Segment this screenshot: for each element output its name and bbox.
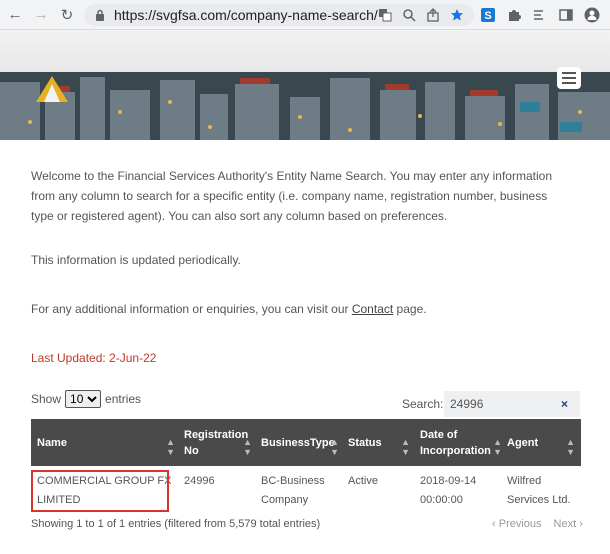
side-panel-icon[interactable] bbox=[556, 5, 576, 25]
entries-label: entries bbox=[105, 392, 142, 406]
previous-button[interactable]: ‹ Previous bbox=[492, 518, 542, 530]
back-icon[interactable]: ← bbox=[4, 4, 26, 26]
col-header-business-type[interactable]: BusinessType ▲ ▼ bbox=[261, 419, 343, 466]
search-box[interactable] bbox=[444, 391, 580, 417]
cell-registration-no: 24996 bbox=[184, 475, 215, 487]
clear-search-icon[interactable]: × bbox=[561, 397, 568, 411]
cell-business-type: BC-Business Company bbox=[261, 475, 325, 506]
sort-icon: ▲ ▼ bbox=[566, 437, 575, 457]
zoom-icon[interactable] bbox=[400, 6, 418, 24]
lock-icon bbox=[94, 9, 106, 21]
share-icon[interactable] bbox=[424, 6, 442, 24]
translate-icon[interactable] bbox=[376, 6, 394, 24]
url-text: https://svgfsa.com/company-name-search/ bbox=[114, 7, 378, 23]
entries-length-control: Show 10 entries bbox=[31, 390, 141, 408]
hamburger-menu-button[interactable] bbox=[557, 67, 581, 89]
cell-status: Active bbox=[348, 475, 378, 487]
forward-icon[interactable]: → bbox=[30, 4, 52, 26]
entries-select[interactable]: 10 bbox=[65, 390, 102, 408]
col-header-registration[interactable]: Registration No ▲ ▼ bbox=[184, 419, 256, 466]
address-bar[interactable]: https://svgfsa.com/company-name-search/ bbox=[84, 4, 474, 26]
last-updated-text: Last Updated: 2-Jun-22 bbox=[31, 351, 157, 365]
table-info: Showing 1 to 1 of 1 entries (filtered fr… bbox=[31, 518, 321, 530]
browser-toolbar: ← → ↻ https://svgfsa.com/company-name-se… bbox=[0, 0, 610, 30]
reading-list-icon[interactable] bbox=[530, 5, 550, 25]
reload-icon[interactable]: ↻ bbox=[56, 4, 78, 26]
sort-icon: ▲ ▼ bbox=[243, 437, 252, 457]
updated-note: This information is updated periodically… bbox=[31, 253, 241, 267]
hero-banner bbox=[0, 30, 610, 140]
col-header-date-of-incorporation[interactable]: Date of Incorporation ▲ ▼ bbox=[420, 419, 506, 466]
contact-note: For any additional information or enquir… bbox=[31, 302, 427, 316]
highlight-box bbox=[31, 470, 169, 512]
sort-icon: ▲ ▼ bbox=[330, 437, 339, 457]
intro-paragraph: Welcome to the Financial Services Author… bbox=[31, 169, 552, 223]
extensions-puzzle-icon[interactable] bbox=[504, 5, 524, 25]
next-button[interactable]: Next › bbox=[554, 518, 583, 530]
contact-link[interactable]: Contact bbox=[352, 302, 393, 316]
sort-icon: ▲ ▼ bbox=[493, 437, 502, 457]
bookmark-star-icon[interactable] bbox=[448, 6, 466, 24]
city-skyline-image bbox=[0, 72, 610, 140]
search-input[interactable] bbox=[450, 397, 550, 411]
profile-avatar-icon[interactable] bbox=[582, 5, 602, 25]
svg-text:S: S bbox=[484, 10, 491, 22]
col-header-agent[interactable]: Agent ▲ ▼ bbox=[507, 419, 579, 466]
col-header-name[interactable]: Name ▲ ▼ bbox=[37, 419, 179, 466]
show-label: Show bbox=[31, 392, 62, 406]
col-header-status[interactable]: Status ▲ ▼ bbox=[348, 419, 414, 466]
extension-s-icon[interactable]: S bbox=[478, 5, 498, 25]
sort-icon: ▲ ▼ bbox=[166, 437, 175, 457]
cell-agent: Wilfred Services Ltd. bbox=[507, 475, 571, 506]
sort-icon: ▲ ▼ bbox=[401, 437, 410, 457]
pagination: ‹ Previous Next › bbox=[492, 518, 583, 530]
site-logo[interactable] bbox=[32, 74, 72, 104]
table-header-row: Name ▲ ▼ Registration No ▲ ▼ BusinessType ▲… bbox=[31, 419, 581, 466]
cell-date-of-incorporation: 2018-09-14 00:00:00 bbox=[420, 475, 477, 506]
search-label: Search: bbox=[402, 397, 444, 411]
